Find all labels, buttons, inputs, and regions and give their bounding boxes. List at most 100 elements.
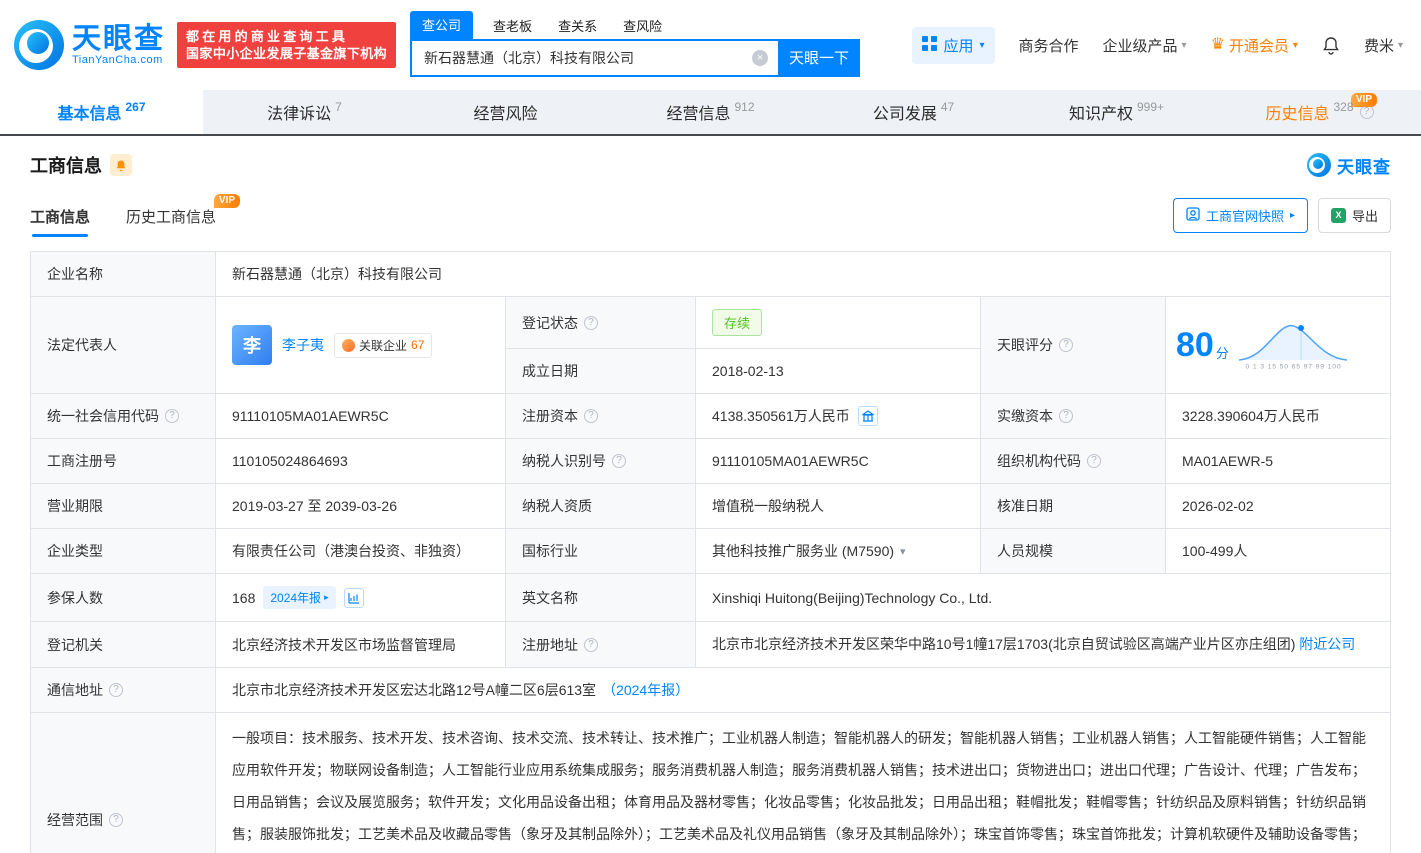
field-label: 注册资本 ? bbox=[506, 394, 696, 438]
apps-menu[interactable]: 应用 ▾ bbox=[912, 27, 994, 64]
org-code-value: MA01AEWR-5 bbox=[1166, 439, 1390, 483]
authority-value: 北京经济技术开发区市场监督管理局 bbox=[216, 622, 506, 667]
tab-history-info[interactable]: VIP 历史信息 328 ? bbox=[1218, 90, 1421, 134]
help-icon[interactable]: ? bbox=[109, 683, 123, 697]
score-value: 80 bbox=[1176, 327, 1214, 363]
export-label: 导出 bbox=[1352, 206, 1378, 225]
tab-intellectual-property[interactable]: 知识产权 999+ bbox=[1015, 90, 1218, 134]
annual-report-link[interactable]: （2024年报） bbox=[602, 680, 689, 700]
help-icon[interactable]: ? bbox=[584, 409, 598, 423]
status-date-column: 登记状态 ? 存续 成立日期 2018-02-13 bbox=[506, 297, 981, 393]
tab-operating-risk[interactable]: 经营风险 bbox=[406, 90, 609, 134]
table-row: 营业期限 2019-03-27 至 2039-03-26 纳税人资质 增值税一般… bbox=[31, 484, 1390, 529]
field-label: 英文名称 bbox=[506, 574, 696, 621]
reg-no-value: 110105024864693 bbox=[216, 439, 506, 483]
tab-count: 267 bbox=[125, 100, 145, 114]
nav-cooperation[interactable]: 商务合作 bbox=[1019, 35, 1079, 56]
table-row: 经营范围 ? 一般项目：技术服务、技术开发、技术咨询、技术交流、技术转让、技术推… bbox=[31, 713, 1390, 853]
tab-label: 公司发展 bbox=[873, 100, 937, 124]
help-icon[interactable]: ? bbox=[109, 813, 123, 827]
search-tab-boss[interactable]: 查老板 bbox=[493, 16, 532, 39]
watermark-brand-name: 天眼查 bbox=[1337, 153, 1391, 178]
capital-history-icon[interactable] bbox=[858, 406, 878, 426]
export-button[interactable]: X 导出 bbox=[1318, 198, 1391, 233]
field-label: 实缴资本 ? bbox=[981, 394, 1166, 438]
chevron-down-icon[interactable]: ▾ bbox=[900, 545, 906, 558]
enterprise-label: 企业级产品 bbox=[1103, 35, 1178, 56]
table-row: 企业名称 新石器慧通（北京）科技有限公司 bbox=[31, 252, 1390, 297]
help-icon[interactable]: ? bbox=[1087, 454, 1101, 468]
search-tab-risk[interactable]: 查风险 bbox=[623, 16, 662, 39]
score-axis-labels: 0 1 3 15 50 65 97 99 100 bbox=[1245, 362, 1341, 370]
subscribe-bell-icon[interactable] bbox=[110, 154, 132, 176]
brand-logo[interactable]: 天眼查 TianYanCha.com bbox=[14, 20, 165, 70]
reg-address-cell: 北京市北京经济技术开发区荣华中路10号1幢17层1703(北京自贸试验区高端产业… bbox=[696, 622, 1390, 667]
help-icon[interactable]: ? bbox=[1059, 409, 1073, 423]
legal-rep-link[interactable]: 李子夷 bbox=[282, 335, 324, 355]
slogan-line1: 都在用的商业查询工具 bbox=[186, 28, 387, 45]
annual-report-badge[interactable]: 2024年报 ▸ bbox=[263, 586, 335, 609]
help-icon[interactable]: ? bbox=[165, 409, 179, 423]
insured-trend-icon[interactable] bbox=[344, 588, 364, 608]
tab-label: 基本信息 bbox=[57, 100, 121, 124]
chevron-down-icon: ▾ bbox=[1398, 40, 1403, 51]
apps-label: 应用 bbox=[943, 35, 973, 56]
help-icon[interactable]: ? bbox=[584, 316, 598, 330]
cooperation-label: 商务合作 bbox=[1019, 35, 1079, 56]
label-text: 天眼评分 bbox=[997, 335, 1053, 355]
field-label: 企业类型 bbox=[31, 529, 216, 573]
label-text: 统一社会信用代码 bbox=[47, 406, 159, 426]
label-text: 实缴资本 bbox=[997, 406, 1053, 426]
crown-icon: ♛ bbox=[1211, 38, 1225, 52]
official-snapshot-button[interactable]: 工商官网快照 ▸ bbox=[1173, 198, 1308, 233]
table-row: 统一社会信用代码 ? 91110105MA01AEWR5C 注册资本 ? 413… bbox=[31, 394, 1390, 439]
subtab-business-registration[interactable]: 工商信息 bbox=[30, 206, 90, 237]
subtab-label: 历史工商信息 bbox=[126, 209, 216, 226]
table-row: 企业类型 有限责任公司（港澳台投资、非独资） 国标行业 其他科技推广服务业 (M… bbox=[31, 529, 1390, 574]
search-button[interactable]: 天眼一下 bbox=[778, 39, 860, 77]
search-tab-company[interactable]: 查公司 bbox=[410, 11, 473, 39]
company-type-value: 有限责任公司（港澳台投资、非独资） bbox=[216, 529, 506, 573]
user-menu[interactable]: 费米 ▾ bbox=[1364, 35, 1403, 56]
search-tab-relation[interactable]: 查关系 bbox=[558, 16, 597, 39]
label-text: 经营范围 bbox=[47, 810, 103, 830]
open-vip-link[interactable]: ♛ 开通会员 ▾ bbox=[1211, 35, 1298, 56]
field-label: 登记机关 bbox=[31, 622, 216, 667]
related-count: 67 bbox=[411, 338, 424, 352]
subtab-history-registration[interactable]: 历史工商信息 VIP bbox=[126, 206, 216, 237]
status-badge: 存续 bbox=[712, 309, 762, 336]
snapshot-icon bbox=[1186, 207, 1200, 224]
tab-business-info[interactable]: 经营信息 912 bbox=[609, 90, 812, 134]
tianyancha-logo-icon bbox=[14, 20, 64, 70]
nav-enterprise-products[interactable]: 企业级产品 ▾ bbox=[1103, 35, 1187, 56]
related-companies-badge[interactable]: 关联企业 67 bbox=[334, 333, 432, 358]
help-icon[interactable]: ? bbox=[1059, 338, 1073, 352]
username: 费米 bbox=[1364, 35, 1394, 56]
field-label: 通信地址 ? bbox=[31, 668, 216, 712]
help-icon[interactable]: ? bbox=[584, 638, 598, 652]
field-label: 纳税人资质 bbox=[506, 484, 696, 528]
field-label: 天眼评分 ? bbox=[981, 297, 1166, 393]
related-label: 关联企业 bbox=[359, 337, 407, 354]
brand-domain: TianYanCha.com bbox=[72, 54, 165, 66]
tab-company-development[interactable]: 公司发展 47 bbox=[812, 90, 1015, 134]
tab-label: 经营信息 bbox=[666, 100, 730, 124]
tab-basic-info[interactable]: 基本信息 267 bbox=[0, 90, 203, 134]
annual-report-label: 2024年报 bbox=[270, 589, 321, 606]
notification-bell-icon[interactable] bbox=[1322, 36, 1340, 55]
nearby-companies-link[interactable]: 附近公司 bbox=[1299, 636, 1355, 652]
field-label: 成立日期 bbox=[506, 349, 696, 393]
business-info-table: 企业名称 新石器慧通（北京）科技有限公司 法定代表人 李 李子夷 关联企业 67… bbox=[30, 251, 1391, 853]
vip-badge: VIP bbox=[1351, 93, 1377, 107]
clear-icon[interactable]: × bbox=[752, 50, 768, 66]
help-icon[interactable]: ? bbox=[612, 454, 626, 468]
top-header: 天眼查 TianYanCha.com 都在用的商业查询工具 国家中小企业发展子基… bbox=[0, 0, 1421, 90]
tab-legal-proceedings[interactable]: 法律诉讼 7 bbox=[203, 90, 406, 134]
tab-count: 47 bbox=[941, 100, 954, 114]
avatar[interactable]: 李 bbox=[232, 325, 272, 365]
search-input[interactable] bbox=[410, 39, 778, 77]
help-icon[interactable]: ? bbox=[1360, 105, 1374, 119]
approve-date-value: 2026-02-02 bbox=[1166, 484, 1390, 528]
field-label: 企业名称 bbox=[31, 252, 216, 296]
chevron-down-icon: ▾ bbox=[1293, 40, 1298, 51]
